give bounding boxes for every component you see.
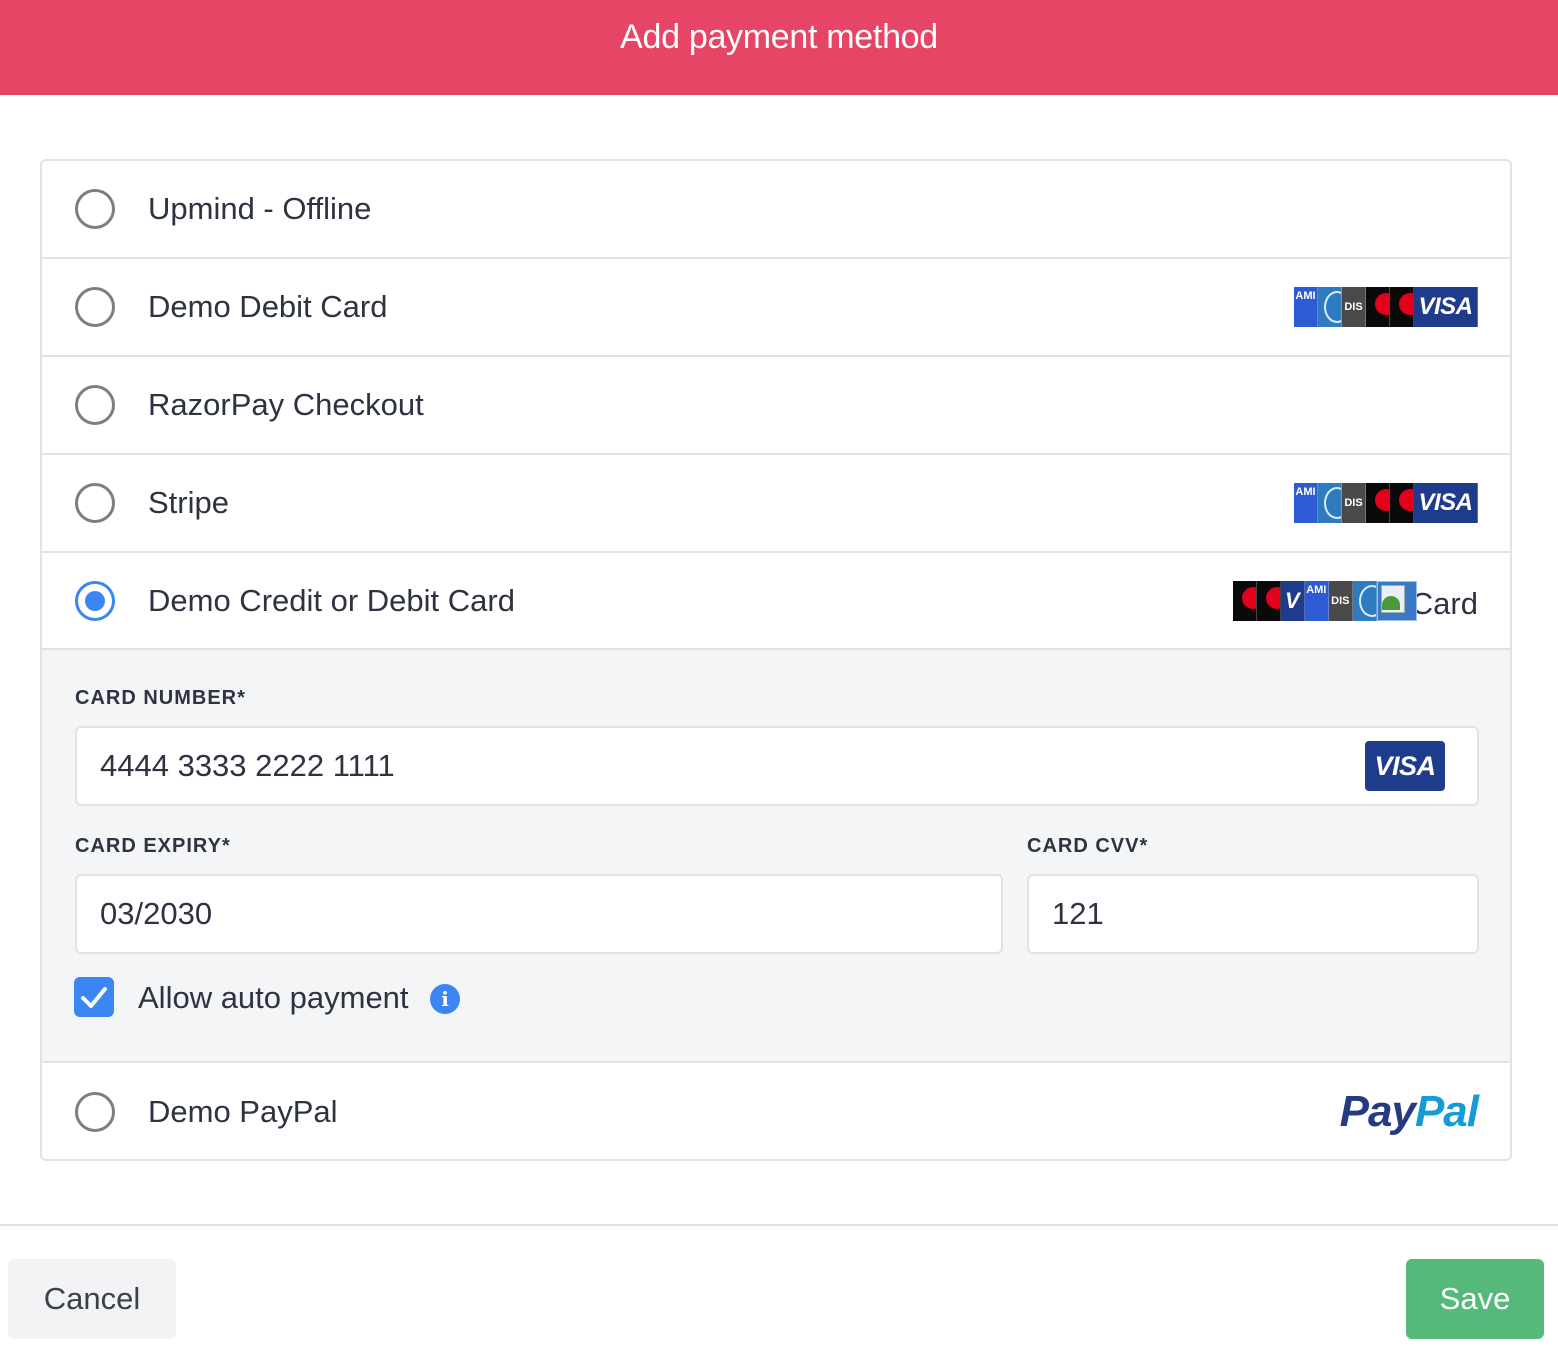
radio-demo-credit-or-debit-card[interactable] (75, 580, 115, 621)
card-expiry-input[interactable]: 03/2030 (75, 874, 1003, 954)
card-brand-logos: AMI DIS VISA (1294, 287, 1478, 327)
radio-demo-debit-card[interactable] (75, 287, 115, 327)
diners-icon (1318, 483, 1342, 523)
radio-demo-paypal[interactable] (75, 1092, 115, 1132)
radio-razorpay-checkout[interactable] (75, 385, 115, 425)
method-demo-paypal[interactable]: Demo PayPal PayPal (42, 1063, 1510, 1159)
method-label: Demo Credit or Debit Card (148, 582, 515, 618)
card-brand-logos: V AMI DIS Card (1232, 580, 1478, 622)
payment-methods-list: Upmind - Offline Demo Debit Card AMI DIS… (40, 159, 1512, 1161)
visa-icon: V (1280, 580, 1305, 621)
method-stripe[interactable]: Stripe AMI DIS VISA (42, 455, 1510, 553)
info-icon[interactable]: i (430, 984, 460, 1014)
auto-payment-label: Allow auto payment (138, 980, 409, 1015)
card-expiry-label: CARD EXPIRY* (75, 835, 231, 857)
card-brand-logos: AMI DIS VISA (1294, 483, 1478, 523)
auto-payment-checkbox[interactable] (74, 977, 114, 1017)
dialog-header: Add payment method (0, 0, 1558, 95)
method-label: Stripe (148, 485, 229, 520)
maestro-icon (1390, 483, 1414, 523)
method-label: Demo Debit Card (148, 289, 388, 324)
radio-stripe[interactable] (75, 483, 115, 523)
mastercard-icon (1366, 483, 1390, 523)
paypal-logo-icon: PayPal (1339, 1087, 1479, 1136)
amex-icon: AMI (1294, 287, 1318, 327)
maestro-icon (1390, 287, 1414, 327)
maestro-icon (1256, 580, 1281, 621)
card-number-value: 4444 3333 2222 1111 (100, 748, 395, 783)
method-label: Demo PayPal (148, 1094, 338, 1129)
method-label: RazorPay Checkout (148, 387, 424, 422)
dialog-title: Add payment method (620, 18, 938, 56)
method-label: Upmind - Offline (148, 191, 372, 226)
method-demo-credit-or-debit-card[interactable]: Demo Credit or Debit Card V AMI DIS Card (42, 553, 1510, 650)
save-button[interactable]: Save (1406, 1259, 1544, 1339)
method-razorpay-checkout[interactable]: RazorPay Checkout (42, 357, 1510, 455)
mastercard-icon (1232, 580, 1257, 621)
cancel-button[interactable]: Cancel (8, 1259, 176, 1339)
amex-icon: AMI (1304, 580, 1329, 621)
method-demo-debit-card[interactable]: Demo Debit Card AMI DIS VISA (42, 259, 1510, 357)
diners-icon (1318, 287, 1342, 327)
checkmark-icon (81, 987, 107, 1008)
card-cvv-value: 121 (1052, 896, 1104, 931)
card-expiry-value: 03/2030 (100, 896, 213, 931)
discover-icon: DIS (1342, 483, 1366, 523)
discover-icon: DIS (1342, 287, 1366, 327)
visa-icon: VISA (1414, 287, 1478, 327)
visa-icon: VISA (1414, 483, 1478, 523)
amex-icon: AMI (1294, 483, 1318, 523)
card-logo-alt-text: Card (1410, 585, 1478, 621)
visa-icon: VISA (1365, 741, 1445, 791)
method-upmind-offline[interactable]: Upmind - Offline (42, 161, 1510, 259)
card-cvv-label: CARD CVV* (1027, 835, 1149, 857)
card-number-label: CARD NUMBER* (75, 687, 246, 709)
card-form: CARD NUMBER* 4444 3333 2222 1111 VISA CA… (42, 650, 1510, 1063)
card-cvv-input[interactable]: 121 (1027, 874, 1479, 954)
footer-divider (0, 1224, 1558, 1226)
mastercard-icon (1366, 287, 1390, 327)
card-number-input[interactable]: 4444 3333 2222 1111 VISA (75, 726, 1479, 806)
broken-image-icon (1376, 580, 1417, 621)
diners-icon (1352, 580, 1377, 621)
discover-icon: DIS (1328, 580, 1353, 621)
radio-upmind-offline[interactable] (75, 189, 115, 229)
